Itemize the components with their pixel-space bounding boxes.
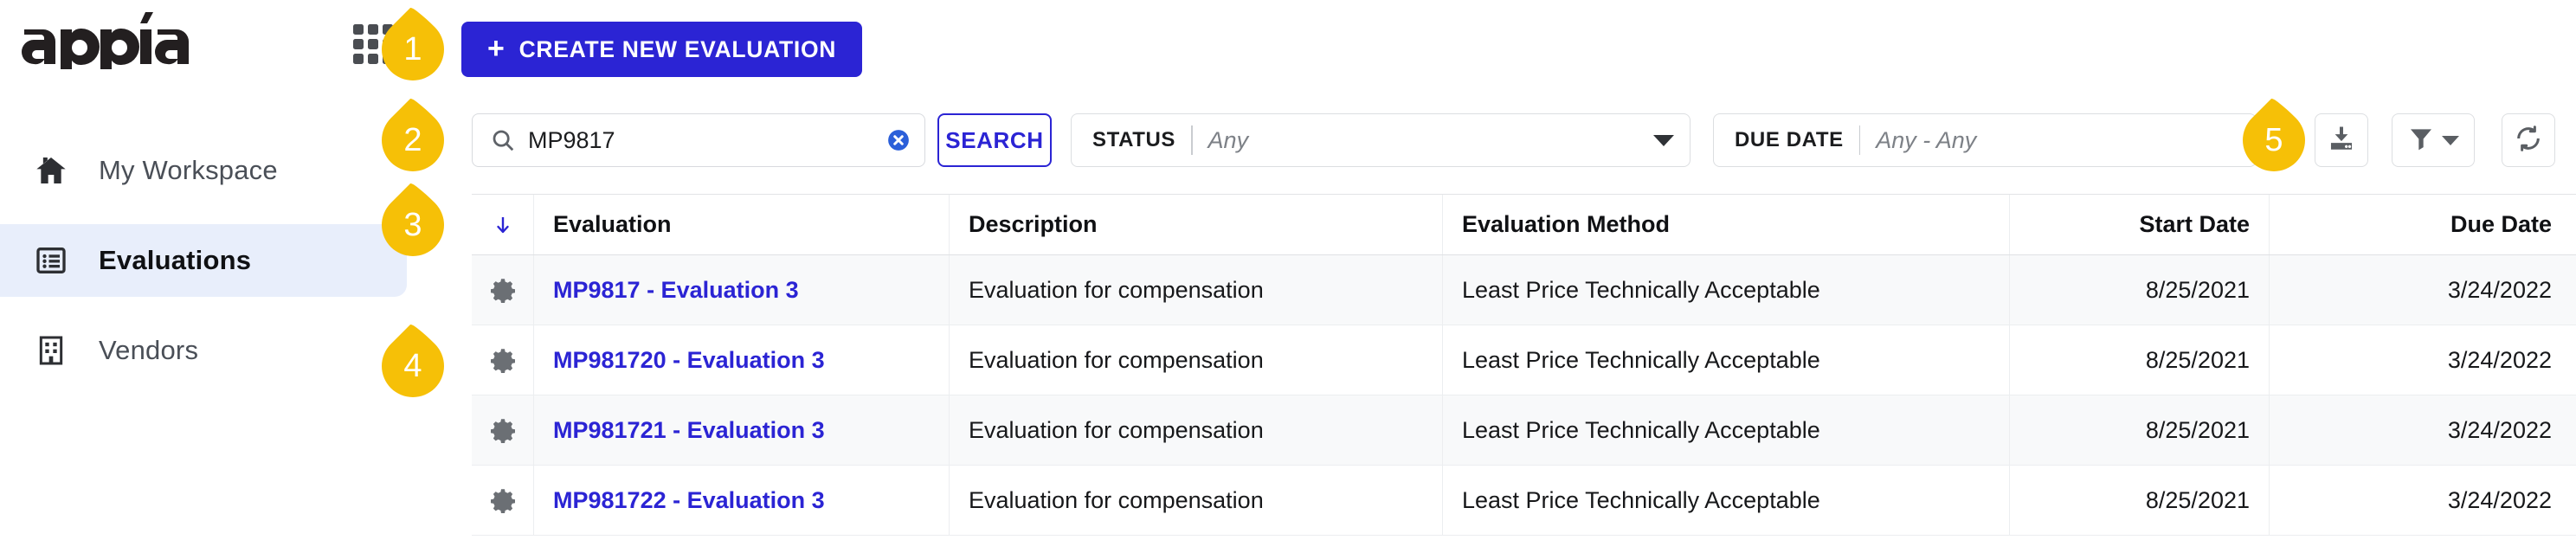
cell-evaluation-method: Least Price Technically Acceptable <box>1443 325 2010 395</box>
create-new-evaluation-button[interactable]: + CREATE NEW EVALUATION <box>461 22 863 77</box>
cell-start-date: 8/25/2021 <box>2010 395 2270 465</box>
row-actions-cell[interactable] <box>472 325 534 395</box>
building-icon <box>31 331 71 370</box>
cell-due-date: 3/24/2022 <box>2447 486 2552 513</box>
home-icon <box>31 151 71 190</box>
search-field-wrapper[interactable]: MP9817 <box>472 113 925 167</box>
cell-due-date: 3/24/2022 <box>2447 416 2552 443</box>
cell-description: Evaluation for compensation <box>950 255 1443 325</box>
status-filter-value: Any <box>1208 126 1249 153</box>
due-date-filter-value: Any - Any <box>1876 126 1977 153</box>
evaluations-page: My Workspace Evaluations Vendors + CREAT… <box>0 0 2576 540</box>
export-button[interactable] <box>2315 113 2368 167</box>
evaluation-link[interactable]: MP981722 - Evaluation 3 <box>553 487 825 514</box>
cell-evaluation-method: Least Price Technically Acceptable <box>1443 395 2010 465</box>
sidebar-item-evaluations[interactable]: Evaluations <box>0 224 407 297</box>
gear-icon[interactable] <box>490 487 516 513</box>
table-row[interactable]: MP981720 - Evaluation 3 Evaluation for c… <box>472 325 2576 395</box>
row-actions-cell[interactable] <box>472 466 534 535</box>
cell-due-date: 3/24/2022 <box>2447 346 2552 373</box>
chevron-down-icon[interactable] <box>1653 134 1674 146</box>
sidebar: My Workspace Evaluations Vendors <box>0 0 407 540</box>
row-actions-cell[interactable] <box>472 255 534 325</box>
evaluation-link[interactable]: MP9817 - Evaluation 3 <box>553 277 799 304</box>
appian-logo[interactable] <box>19 7 201 69</box>
table-row[interactable]: MP981722 - Evaluation 3 Evaluation for c… <box>472 466 2576 536</box>
cell-description: Evaluation for compensation <box>950 466 1443 535</box>
cell-due-date: 3/24/2022 <box>2447 276 2552 303</box>
sidebar-nav: My Workspace Evaluations Vendors <box>0 134 407 404</box>
due-date-filter-label: DUE DATE <box>1735 128 1844 151</box>
row-actions-cell[interactable] <box>472 395 534 465</box>
cell-evaluation-method: Least Price Technically Acceptable <box>1443 255 2010 325</box>
sidebar-item-vendors[interactable]: Vendors <box>0 314 407 387</box>
refresh-icon <box>2514 124 2543 158</box>
gear-icon[interactable] <box>490 347 516 373</box>
cell-description: Evaluation for compensation <box>950 325 1443 395</box>
apps-grid-icon[interactable] <box>353 24 393 64</box>
table-row[interactable]: MP9817 - Evaluation 3 Evaluation for com… <box>472 255 2576 325</box>
plus-icon: + <box>487 32 506 65</box>
status-filter-label: STATUS <box>1092 128 1176 151</box>
cell-description: Evaluation for compensation <box>950 395 1443 465</box>
cell-start-date: 8/25/2021 <box>2010 255 2270 325</box>
clear-circle-icon[interactable] <box>885 126 912 154</box>
sidebar-item-label: Evaluations <box>99 245 252 275</box>
column-header-evaluation[interactable]: Evaluation <box>534 195 950 254</box>
sidebar-item-label: My Workspace <box>99 155 278 185</box>
gear-icon[interactable] <box>490 417 516 443</box>
status-filter-dropdown[interactable]: STATUS Any <box>1071 113 1690 167</box>
evaluations-table: Evaluation Description Evaluation Method… <box>472 194 2576 536</box>
evaluation-link[interactable]: MP981721 - Evaluation 3 <box>553 417 825 444</box>
cell-start-date: 8/25/2021 <box>2010 466 2270 535</box>
divider <box>1191 125 1193 155</box>
cell-evaluation-method: Least Price Technically Acceptable <box>1443 466 2010 535</box>
column-header-due-date[interactable]: Due Date <box>2270 195 2576 254</box>
due-date-filter[interactable]: DUE DATE Any - Any <box>1713 113 2257 167</box>
sidebar-item-my-workspace[interactable]: My Workspace <box>0 134 407 207</box>
create-new-evaluation-label: CREATE NEW EVALUATION <box>518 35 837 62</box>
divider <box>1858 125 1861 155</box>
download-icon <box>2327 124 2356 158</box>
refresh-button[interactable] <box>2502 113 2555 167</box>
table-header-row: Evaluation Description Evaluation Method… <box>472 195 2576 255</box>
table-row[interactable]: MP981721 - Evaluation 3 Evaluation for c… <box>472 395 2576 466</box>
search-icon <box>490 127 516 153</box>
sidebar-item-label: Vendors <box>99 335 199 365</box>
search-button[interactable]: SEARCH <box>937 113 1052 167</box>
evaluation-link[interactable]: MP981720 - Evaluation 3 <box>553 347 825 374</box>
sort-indicator-cell[interactable] <box>472 195 534 254</box>
search-input[interactable]: MP9817 <box>528 127 885 154</box>
column-header-description[interactable]: Description <box>950 195 1443 254</box>
column-header-evaluation-method[interactable]: Evaluation Method <box>1443 195 2010 254</box>
gear-icon[interactable] <box>490 277 516 303</box>
filter-button[interactable] <box>2392 113 2475 167</box>
list-icon <box>31 241 71 280</box>
chevron-down-icon <box>2442 135 2459 145</box>
cell-start-date: 8/25/2021 <box>2010 325 2270 395</box>
column-header-start-date[interactable]: Start Date <box>2010 195 2270 254</box>
sort-descending-arrow-icon[interactable] <box>493 212 513 238</box>
funnel-icon <box>2407 125 2435 157</box>
